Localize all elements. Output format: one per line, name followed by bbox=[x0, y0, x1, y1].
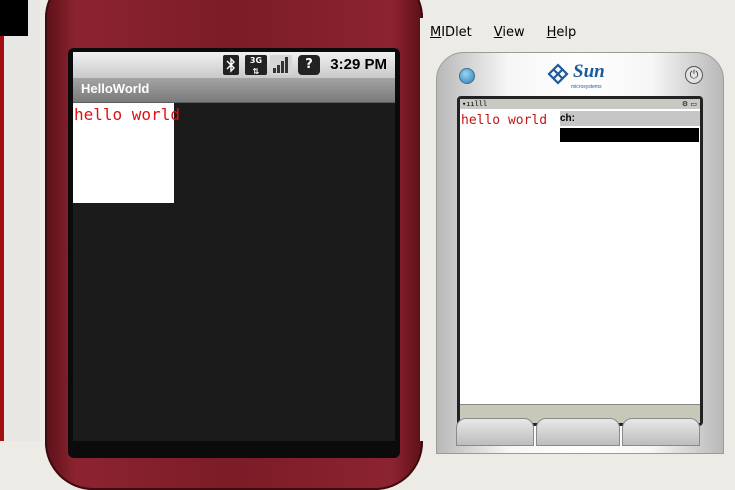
hello-world-text: hello world bbox=[74, 105, 180, 124]
menu-view[interactable]: View bbox=[494, 25, 525, 40]
background-window-black-block bbox=[0, 0, 28, 36]
3g-icon: 3G ⇅ bbox=[245, 55, 267, 76]
menu-bar: MIDlet View Help bbox=[420, 18, 735, 46]
wtk-phone-body: ⏻ Sun microsystems ▾ıılll ⚙ ▭ hello worl… bbox=[436, 52, 724, 454]
app-title: HelloWorld bbox=[81, 81, 150, 96]
wtk-status-icons: ⚙ ▭ bbox=[681, 100, 697, 108]
sun-brand-text: Sun bbox=[573, 61, 605, 82]
wtk-status-bar: ▾ıılll ⚙ ▭ bbox=[460, 99, 700, 109]
wtk-input-field[interactable] bbox=[560, 128, 699, 142]
wtk-field-label: ch: bbox=[560, 113, 575, 124]
menu-help[interactable]: Help bbox=[547, 25, 577, 40]
right-softkey-button[interactable] bbox=[622, 418, 700, 446]
left-softkey-button[interactable] bbox=[456, 418, 534, 446]
power-icon[interactable] bbox=[459, 68, 475, 84]
wtk-signal-icon: ▾ıılll bbox=[462, 100, 488, 108]
sun-brand-subtext: microsystems bbox=[571, 84, 602, 90]
background-window-red-edge bbox=[0, 36, 4, 441]
background-window-edge bbox=[0, 0, 40, 441]
android-screen[interactable]: 3G ⇅ ? 3:29 PM HelloWorld hello world bbox=[73, 52, 395, 441]
signal-icon bbox=[270, 55, 292, 75]
wtk-label-strip: ch: bbox=[560, 111, 700, 126]
wtk-emulator-window: MIDlet View Help ⏻ Sun microsystems ▾ııl… bbox=[420, 18, 735, 454]
sun-logo-icon bbox=[547, 63, 569, 85]
android-status-bar[interactable]: 3G ⇅ ? 3:29 PM bbox=[73, 52, 395, 78]
wtk-hello-world-text: hello world bbox=[461, 113, 548, 128]
settings-knob-icon[interactable]: ⏻ bbox=[685, 66, 703, 84]
status-time: 3:29 PM bbox=[330, 56, 387, 73]
wtk-screen[interactable]: ▾ıılll ⚙ ▭ hello world ch: bbox=[460, 99, 700, 423]
android-title-bar: HelloWorld bbox=[73, 78, 395, 103]
unknown-sim-icon: ? bbox=[298, 55, 320, 75]
bluetooth-icon bbox=[223, 55, 239, 75]
center-select-button[interactable] bbox=[536, 418, 620, 446]
menu-midlet[interactable]: MIDlet bbox=[430, 25, 472, 40]
